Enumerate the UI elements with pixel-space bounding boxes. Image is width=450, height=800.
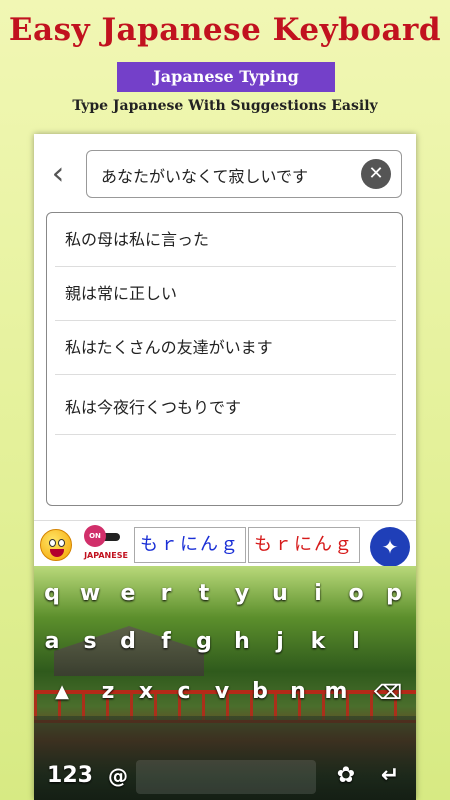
toggle-knob: ON <box>84 525 106 547</box>
eye-icon <box>49 539 56 547</box>
backspace-key[interactable]: ⌫ <box>370 672 406 712</box>
search-text: あなたがいなくて寂しいです <box>101 167 309 186</box>
search-input[interactable]: あなたがいなくて寂しいです ✕ <box>86 150 402 198</box>
at-key[interactable]: @ <box>100 756 136 796</box>
key-r[interactable]: r <box>148 574 184 614</box>
keyboard: q w e r t y u i o p a s d f g h j k l ▲ … <box>34 566 416 800</box>
key-y[interactable]: y <box>224 574 260 614</box>
magic-wand-icon[interactable]: ✦ <box>370 527 410 567</box>
language-label: JAPANESE <box>84 551 128 560</box>
key-w[interactable]: w <box>72 574 108 614</box>
key-n[interactable]: n <box>280 672 316 712</box>
promo-subtitle: Type Japanese With Suggestions Easily <box>72 98 378 114</box>
key-p[interactable]: p <box>376 574 412 614</box>
key-h[interactable]: h <box>224 622 260 662</box>
key-e[interactable]: e <box>110 574 146 614</box>
suggestion-item[interactable]: 親は常に正しい <box>55 267 396 321</box>
mouth-icon <box>50 549 64 557</box>
close-icon[interactable]: ✕ <box>361 159 391 189</box>
search-bar: ‹ あなたがいなくて寂しいです ✕ <box>34 148 416 200</box>
suggestion-item[interactable]: 私の母は私に言った <box>55 213 396 267</box>
key-q[interactable]: q <box>34 574 70 614</box>
enter-key[interactable]: ↵ <box>372 756 408 796</box>
key-f[interactable]: f <box>148 622 184 662</box>
candidate-1[interactable]: もｒにんｇ <box>134 527 246 563</box>
key-a[interactable]: a <box>34 622 70 662</box>
chevron-left-icon[interactable]: ‹ <box>46 157 70 190</box>
key-i[interactable]: i <box>300 574 336 614</box>
key-s[interactable]: s <box>72 622 108 662</box>
key-j[interactable]: j <box>262 622 298 662</box>
key-o[interactable]: o <box>338 574 374 614</box>
key-x[interactable]: x <box>128 672 164 712</box>
shift-key[interactable]: ▲ <box>44 672 80 712</box>
key-z[interactable]: z <box>90 672 126 712</box>
key-d[interactable]: d <box>110 622 146 662</box>
numbers-key[interactable]: 123 <box>42 756 98 796</box>
phone-screen: ‹ あなたがいなくて寂しいです ✕ 私の母は私に言った 親は常に正しい 私はたく… <box>34 134 416 800</box>
keyboard-toolbar: ON JAPANESE もｒにんｇ もｒにんｇ ✦ <box>34 520 416 567</box>
promo-title: Easy Japanese Keyboard <box>8 12 442 48</box>
key-v[interactable]: v <box>204 672 240 712</box>
suggestion-item[interactable]: 私は今夜行くつもりです <box>55 381 396 435</box>
language-toggle[interactable]: ON JAPANESE <box>78 523 134 565</box>
key-g[interactable]: g <box>186 622 222 662</box>
key-l[interactable]: l <box>338 622 374 662</box>
key-c[interactable]: c <box>166 672 202 712</box>
key-b[interactable]: b <box>242 672 278 712</box>
candidate-2[interactable]: もｒにんｇ <box>248 527 360 563</box>
key-u[interactable]: u <box>262 574 298 614</box>
key-t[interactable]: t <box>186 574 222 614</box>
promo-badge: Japanese Typing <box>117 62 335 92</box>
suggestion-item[interactable]: 私はたくさんの友達がいます <box>55 321 396 375</box>
space-key[interactable] <box>136 760 316 794</box>
smiley-icon[interactable] <box>40 529 72 561</box>
key-k[interactable]: k <box>300 622 336 662</box>
suggestion-list: 私の母は私に言った 親は常に正しい 私はたくさんの友達がいます 私は今夜行くつも… <box>46 212 403 506</box>
eye-icon <box>58 539 65 547</box>
key-m[interactable]: m <box>318 672 354 712</box>
flower-icon[interactable]: ✿ <box>328 756 364 796</box>
